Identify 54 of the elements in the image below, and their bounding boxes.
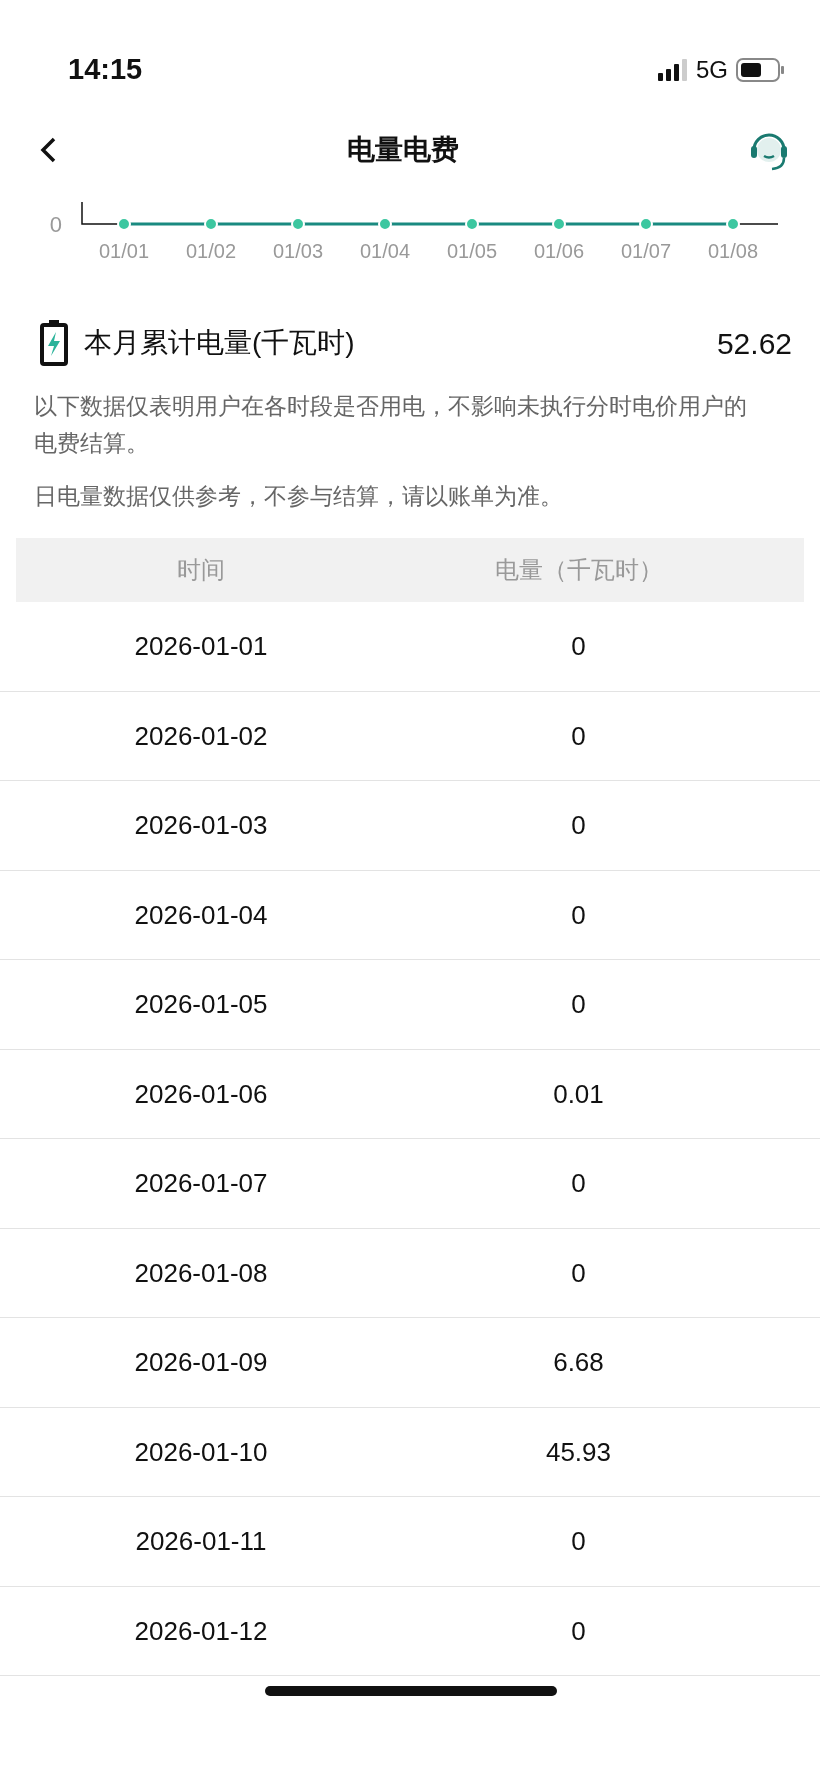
table-cell-text: 2026-01-03 <box>133 809 269 843</box>
column-header: 时间 <box>176 555 226 586</box>
table-cell-text: 0 <box>570 1167 587 1201</box>
table-cell-text: 0 <box>570 630 587 664</box>
network-label: 5G <box>696 55 728 85</box>
table-cell-text: 0 <box>570 1614 587 1648</box>
table-cell-text: 2026-01-11 <box>134 1525 268 1559</box>
signal-icon <box>658 59 688 81</box>
table-cell-text: 2026-01-09 <box>133 1346 269 1380</box>
axis-label: 01/05 <box>446 240 498 262</box>
table-cell-text: 2026-01-08 <box>133 1256 269 1290</box>
table-cell-text: 2026-01-04 <box>133 898 269 932</box>
info-text: 日电量数据仅供参考，不参与结算，请以账单为准。 <box>33 481 564 511</box>
table-cell-text: 2026-01-10 <box>133 1435 269 1469</box>
table-cell-text: 45.93 <box>544 1435 613 1469</box>
clock-time: 14:15 <box>68 52 143 88</box>
axis-label: 01/04 <box>359 240 411 262</box>
chart-point <box>726 217 740 231</box>
table-cell-text: 0 <box>570 988 587 1022</box>
summary-label: 本月累计电量(千瓦时) <box>84 326 356 360</box>
axis-label: 01/03 <box>272 240 324 262</box>
table-cell-text: 2026-01-01 <box>133 630 269 664</box>
info-text: 以下数据仅表明用户在各时段是否用电，不影响未执行分时电价用户的电费结算。 <box>33 392 748 458</box>
table-cell-text: 0 <box>570 719 587 753</box>
battery-charging-icon <box>40 320 68 366</box>
table-cell-text: 0 <box>570 1256 587 1290</box>
chart-point <box>117 217 131 231</box>
chart-point <box>552 217 566 231</box>
battery-icon <box>736 58 784 82</box>
table-cell-text: 2026-01-06 <box>133 1077 269 1111</box>
table-cell-text: 2026-01-12 <box>133 1614 269 1648</box>
axis-label: 01/07 <box>620 240 672 262</box>
summary-value: 52.62 <box>716 325 792 362</box>
chart-point <box>204 217 218 231</box>
chart-point <box>465 217 479 231</box>
axis-label: 0 <box>49 212 62 237</box>
back-icon[interactable] <box>38 136 58 164</box>
table-cell-text: 0 <box>570 898 587 932</box>
axis-label: 01/02 <box>185 240 237 262</box>
table-cell-text: 0 <box>570 809 587 843</box>
axis-label: 01/08 <box>707 240 759 262</box>
chart-point <box>639 217 653 231</box>
table-cell-text: 2026-01-02 <box>133 719 269 753</box>
table-cell-text: 0.01 <box>552 1077 605 1111</box>
axis-label: 01/06 <box>533 240 585 262</box>
page-title: 电量电费 <box>347 133 459 167</box>
chart-point <box>378 217 392 231</box>
axis-label: 01/01 <box>98 240 150 262</box>
table-cell-text: 6.68 <box>552 1346 605 1380</box>
table-cell-text: 2026-01-05 <box>133 988 269 1022</box>
chart-point <box>291 217 305 231</box>
column-header: 电量（千瓦时） <box>493 555 664 586</box>
table-cell-text: 0 <box>570 1525 587 1559</box>
table-cell-text: 2026-01-07 <box>133 1167 269 1201</box>
